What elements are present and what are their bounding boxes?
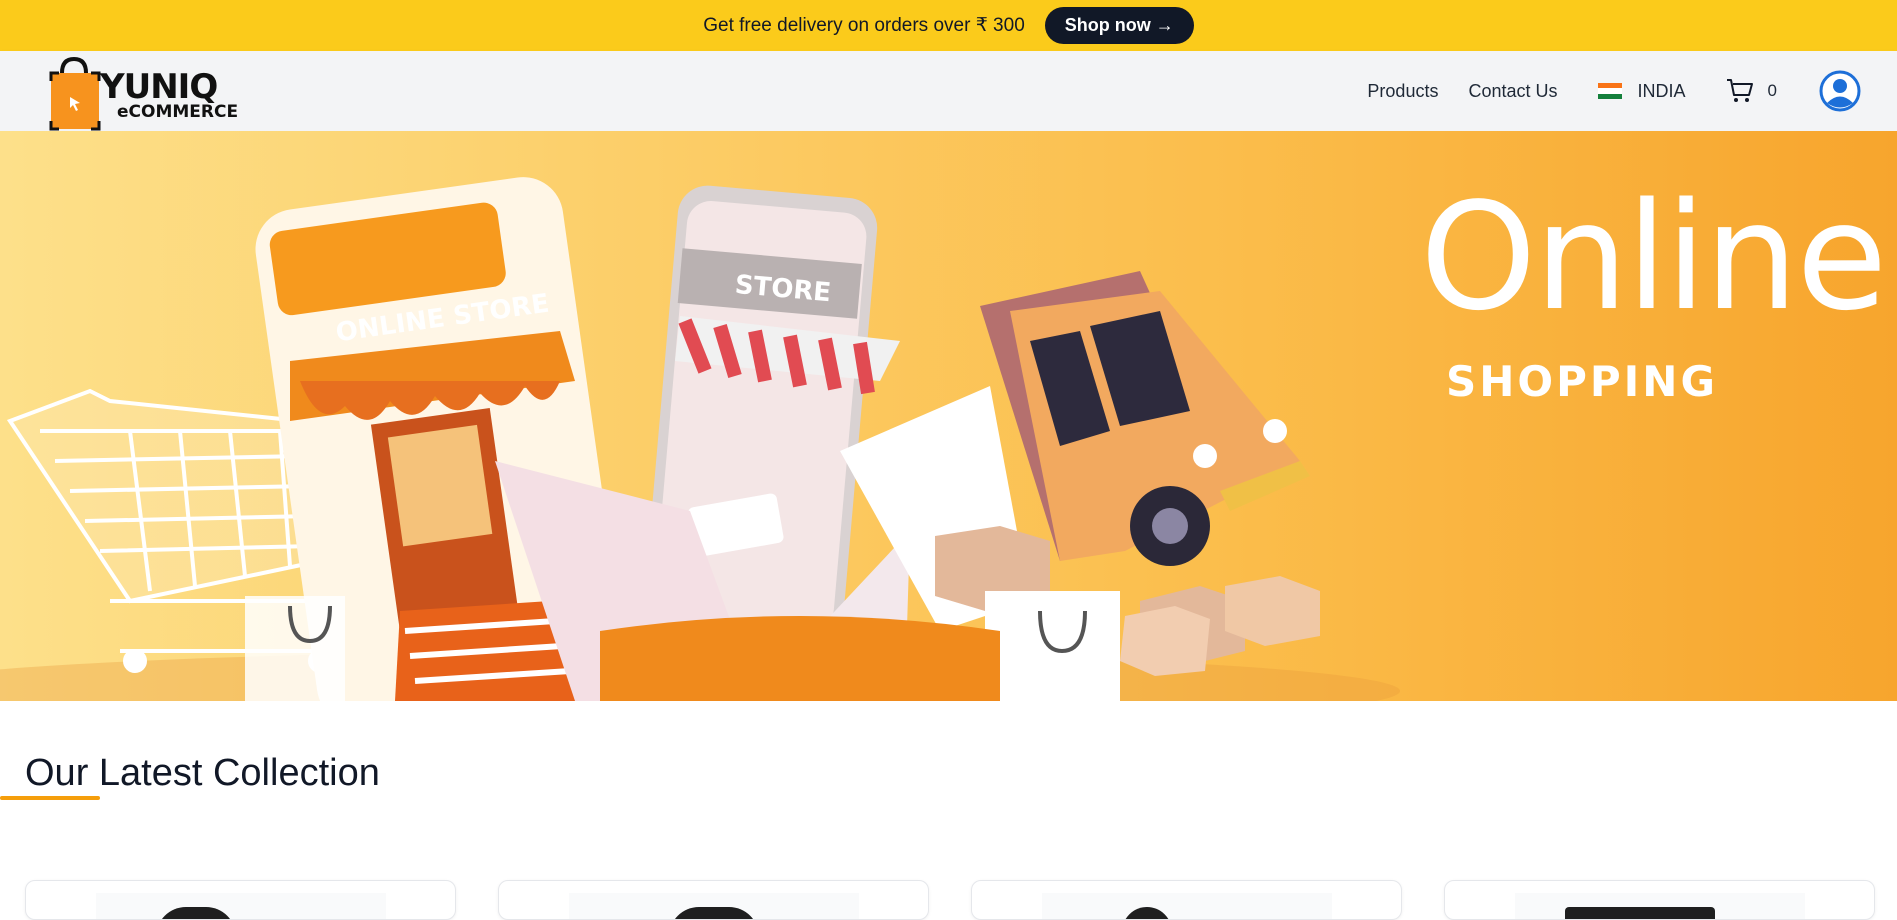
- product-card[interactable]: [498, 880, 929, 920]
- product-card[interactable]: [1444, 880, 1875, 920]
- promo-bar: Get free delivery on orders over ₹ 300 S…: [0, 0, 1897, 51]
- india-flag-icon: [1597, 83, 1622, 99]
- logo-subtitle: eCOMMERCE: [117, 102, 239, 122]
- site-header: YUNIQ eCOMMERCE Products Contact Us INDI…: [0, 51, 1897, 131]
- main-nav: Products Contact Us INDIA 0: [1367, 51, 1897, 131]
- nav-contact-link[interactable]: Contact Us: [1468, 81, 1557, 102]
- logo-wordmark: YUNIQ: [100, 67, 218, 107]
- site-logo[interactable]: YUNIQ eCOMMERCE: [48, 53, 238, 131]
- delivery-truck-illustration: [980, 271, 1310, 566]
- product-card[interactable]: [25, 880, 456, 920]
- hero-title: Online.: [1420, 171, 1897, 343]
- country-selector[interactable]: INDIA: [1597, 80, 1686, 102]
- user-account-icon[interactable]: [1819, 70, 1861, 112]
- product-card[interactable]: [971, 880, 1402, 920]
- cart-count: 0: [1767, 81, 1777, 100]
- shop-now-button[interactable]: Shop now →: [1044, 7, 1194, 44]
- country-label: INDIA: [1637, 80, 1686, 101]
- promo-text: Get free delivery on orders over ₹ 300: [703, 15, 1025, 36]
- section-underline: [0, 796, 100, 800]
- product-card-list: [25, 880, 1875, 920]
- section-title: Our Latest Collection: [25, 752, 380, 794]
- cart-button[interactable]: 0: [1726, 78, 1777, 104]
- cart-icon: [1726, 79, 1753, 102]
- hero-banner[interactable]: ONLINE STORE STORE Online. SHOPPING: [0, 131, 1897, 701]
- nav-products-link[interactable]: Products: [1367, 81, 1438, 102]
- hero-subtitle: SHOPPING: [1446, 357, 1718, 406]
- shopping-bag-logo-icon: [49, 56, 101, 131]
